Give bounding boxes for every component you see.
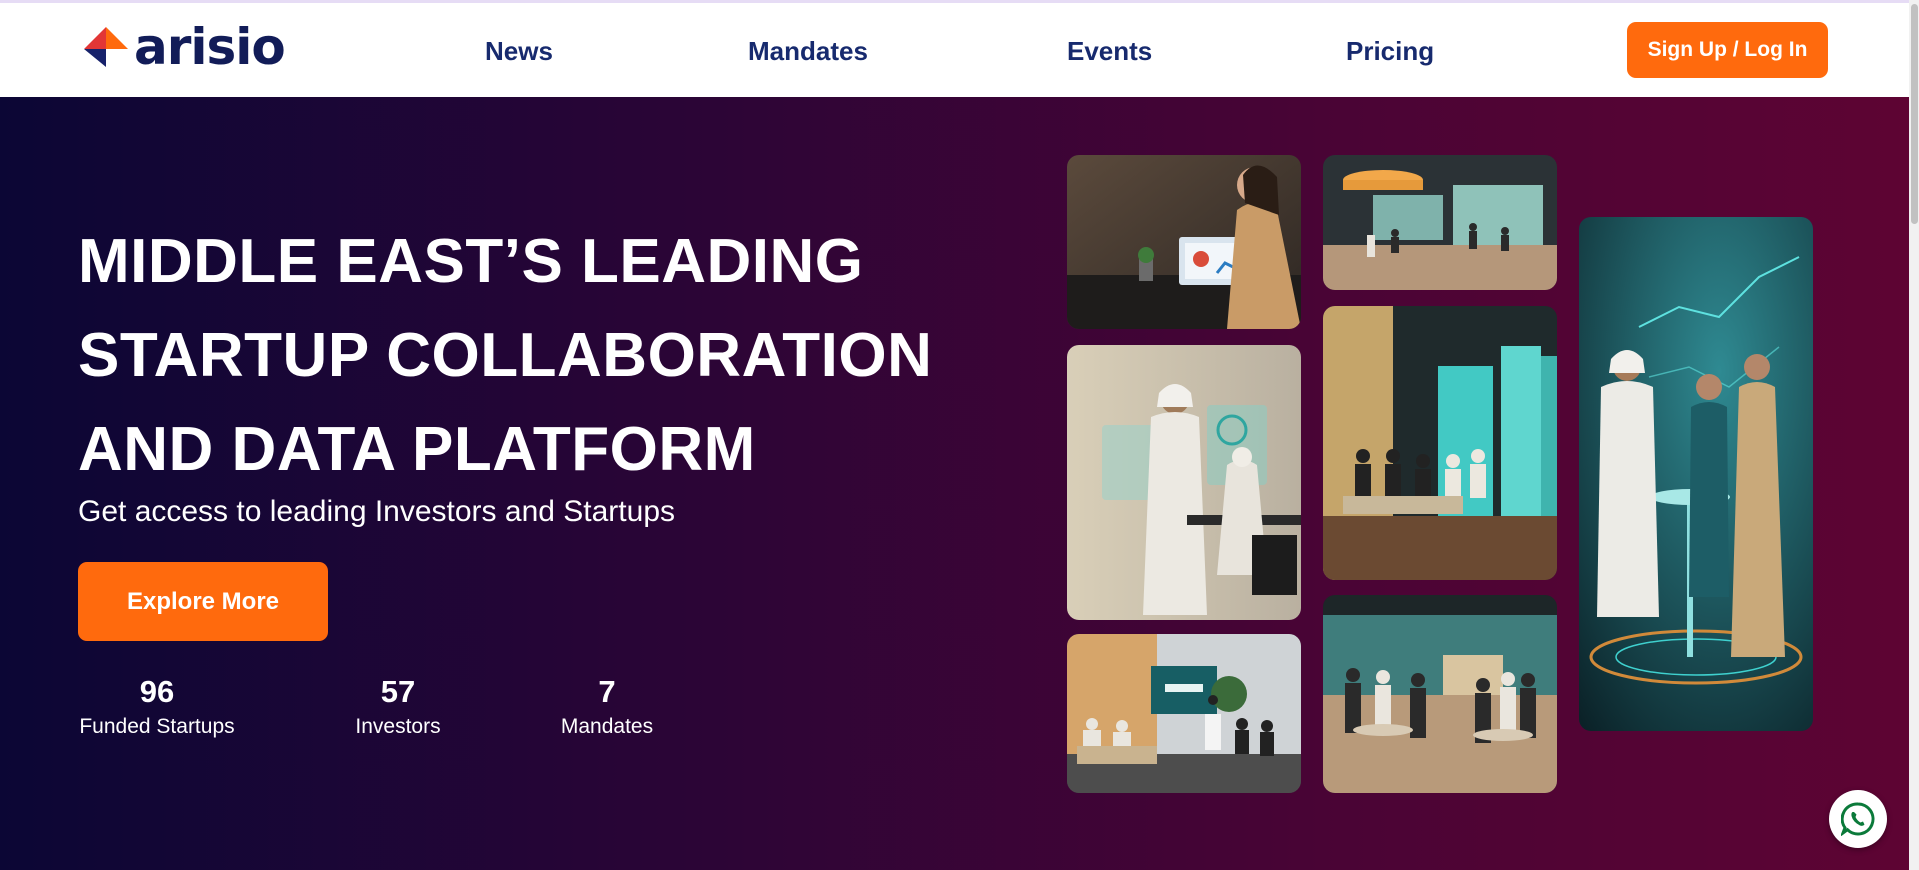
hero-section: MIDDLE EAST’S LEADING STARTUP COLLABORAT… — [0, 97, 1919, 870]
stat-label: Funded Startups — [79, 715, 235, 738]
nav-link-mandates[interactable]: Mandates — [748, 35, 868, 67]
stat-value: 57 — [380, 674, 416, 709]
hero-subtitle: Get access to leading Investors and Star… — [78, 495, 675, 528]
stat-value: 96 — [139, 674, 175, 709]
gallery-photo-woman-presenting-on-laptop — [1067, 155, 1301, 329]
nav-link-pricing[interactable]: Pricing — [1346, 35, 1434, 67]
explore-more-button[interactable]: Explore More — [78, 562, 328, 641]
headline-line-2: STARTUP COLLABORATION — [78, 321, 933, 390]
hero-headline: MIDDLE EAST’S LEADING STARTUP COLLABORAT… — [78, 215, 932, 497]
arisio-diamond-logo-icon — [84, 27, 128, 67]
gallery-photo-seminar-audience-screens — [1323, 306, 1557, 580]
headline-line-1: MIDDLE EAST’S LEADING — [78, 227, 864, 296]
logo-text: arisio — [134, 18, 286, 76]
stat-value: 7 — [598, 674, 616, 709]
stat-funded-startups: 96 Funded Startups — [78, 674, 236, 740]
whatsapp-chat-button[interactable] — [1829, 790, 1887, 848]
gallery-photo-emirati-man-presenting-hologram — [1067, 345, 1301, 620]
arisio-logo[interactable]: arisio — [82, 18, 286, 76]
navbar: arisio News Mandates Events Pricing Sign… — [0, 3, 1919, 97]
headline-line-3: AND DATA PLATFORM — [78, 415, 756, 484]
stat-label: Investors — [355, 715, 441, 738]
gallery-photo-emirati-trio-at-cocktail-table — [1579, 217, 1813, 731]
gallery-photo-exhibition-hall-booths — [1323, 155, 1557, 290]
gallery-photo-startup-panel-discussion — [1067, 634, 1301, 793]
signup-login-button[interactable]: Sign Up / Log In — [1627, 22, 1828, 78]
gallery-photo-networking-lounge-tables — [1323, 595, 1557, 793]
stat-investors: 57 Investors — [353, 674, 443, 740]
scrollbar-thumb[interactable] — [1911, 4, 1918, 224]
nav-link-events[interactable]: Events — [1067, 35, 1152, 67]
stat-label: Mandates — [560, 715, 654, 738]
whatsapp-icon — [1841, 802, 1875, 836]
nav-link-news[interactable]: News — [485, 35, 553, 67]
stat-mandates: 7 Mandates — [559, 674, 655, 740]
